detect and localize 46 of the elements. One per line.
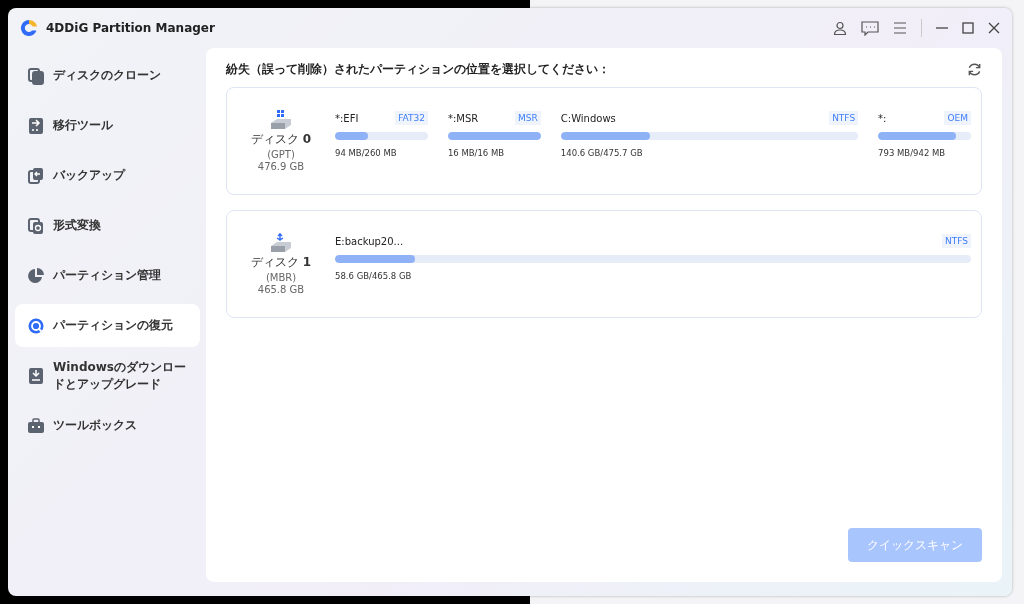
- disk-size: 465.8 GB: [257, 284, 305, 295]
- clone-icon: [27, 66, 45, 85]
- partition-name: *:MSR: [447, 112, 479, 124]
- file-system-tag: MSR: [515, 111, 541, 125]
- window-title: 4DDiG Partition Manager: [46, 21, 215, 35]
- disk-size: 476.9 GB: [257, 161, 305, 172]
- usb-drive-icon: [270, 233, 292, 253]
- sidebar-item[interactable]: パーティション管理: [15, 254, 200, 297]
- backup-icon: [27, 166, 45, 185]
- sidebar-item[interactable]: 移行ツール: [15, 104, 200, 147]
- system-drive-icon: [270, 110, 292, 130]
- instruction-heading: 紛失（誤って削除）されたパーティションの位置を選択してください：: [226, 62, 610, 77]
- feedback-icon[interactable]: [861, 20, 879, 36]
- disk-name: ディスク 0: [250, 131, 312, 148]
- user-icon[interactable]: [833, 21, 847, 35]
- sidebar-item[interactable]: Windowsのダウンロードとアップグレード: [15, 354, 200, 397]
- partition-name: *:EFI: [335, 112, 359, 124]
- refresh-icon[interactable]: [967, 62, 982, 77]
- file-system-tag: NTFS: [942, 234, 971, 248]
- sidebar-item[interactable]: バックアップ: [15, 154, 200, 197]
- toolbox-icon: [27, 416, 45, 435]
- partition-scheme: (MBR): [265, 272, 297, 283]
- partition-name: C:Windows: [560, 112, 616, 124]
- maximize-icon[interactable]: [962, 22, 974, 34]
- disk-name: ディスク 1: [250, 254, 312, 271]
- partition-scheme: (GPT): [267, 149, 295, 160]
- usage-text: 793 MB/942 MB: [878, 148, 947, 158]
- sidebar-item[interactable]: パーティションの復元: [15, 304, 200, 347]
- disk-card[interactable]: ディスク 0 (GPT) 476.9 GB *:EFI FAT32 94 MB/260 MB *:MSR MSR 16 MB/16 MB C:Windows NTFS 140.6 GB/475.7 GB *: OEM 793 MB/942 MB: [226, 87, 982, 195]
- disk-card[interactable]: ディスク 1 (MBR) 465.8 GB E:backup20... NTFS 58.6 GB/465.8 GB: [226, 210, 982, 318]
- usage-text: 94 MB/260 MB: [335, 148, 398, 158]
- partition-name: *:: [878, 112, 887, 124]
- file-system-tag: NTFS: [829, 111, 859, 125]
- file-system-tag: FAT32: [395, 111, 428, 125]
- close-icon[interactable]: [988, 22, 1000, 34]
- file-system-tag: OEM: [944, 111, 971, 125]
- sidebar-item[interactable]: ツールボックス: [15, 404, 200, 447]
- partition-name: E:backup20...: [335, 235, 404, 247]
- usage-text: 140.6 GB/475.7 GB: [560, 148, 644, 158]
- usage-text: 58.6 GB/465.8 GB: [335, 271, 413, 281]
- sidebar-item[interactable]: 形式変換: [15, 204, 200, 247]
- usage-text: 16 MB/16 MB: [447, 148, 506, 158]
- sidebar-item[interactable]: ディスクのクローン: [15, 54, 200, 97]
- logo-icon: [20, 19, 38, 37]
- pie-icon: [27, 266, 45, 285]
- convert-icon: [27, 216, 45, 235]
